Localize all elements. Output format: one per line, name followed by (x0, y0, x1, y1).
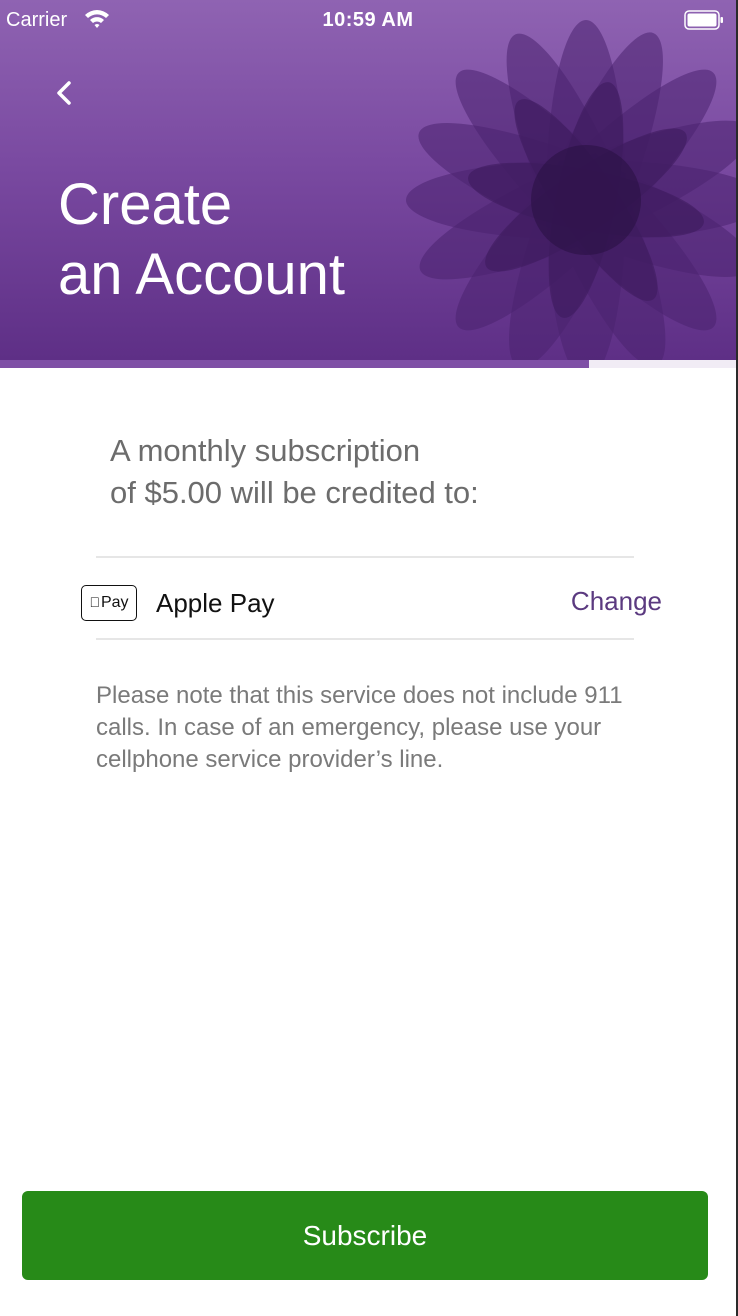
divider-top (96, 556, 634, 558)
divider-bottom (96, 638, 634, 640)
flower-background-image (406, 20, 736, 360)
progress-bar-fill (0, 360, 589, 368)
payment-method-label: Apple Pay (156, 588, 275, 618)
battery-icon (684, 10, 723, 30)
subscription-description: A monthly subscription of $5.00 will be … (110, 430, 630, 514)
status-time: 10:59 AM (322, 9, 414, 31)
app-screen: Carrier 10:59 AM Create an Account A mon… (0, 0, 736, 1316)
payment-method-row: Pay Apple Pay Change (80, 562, 680, 638)
back-chevron-icon[interactable] (48, 74, 82, 112)
header-banner: Carrier 10:59 AM Create an Account (0, 0, 736, 360)
emergency-note: Please note that this service does not i… (96, 682, 623, 773)
apple-pay-badge-text: Pay (95, 594, 129, 611)
apple-pay-badge: Pay (81, 585, 137, 621)
subscription-line-2: of $5.00 will be credited to: (110, 475, 479, 510)
change-payment-link[interactable]: Change (571, 586, 662, 617)
subscribe-button[interactable]: Subscribe (22, 1191, 708, 1280)
progress-bar (0, 360, 736, 368)
status-bar: Carrier 10:59 AM (0, 0, 736, 42)
page-title: Create an Account (58, 170, 345, 310)
apple-logo-icon:  (89, 594, 100, 610)
page-title-line-2: an Account (58, 242, 345, 307)
subscription-line-1: A monthly subscription (110, 433, 421, 468)
page-title-line-1: Create (58, 172, 233, 237)
